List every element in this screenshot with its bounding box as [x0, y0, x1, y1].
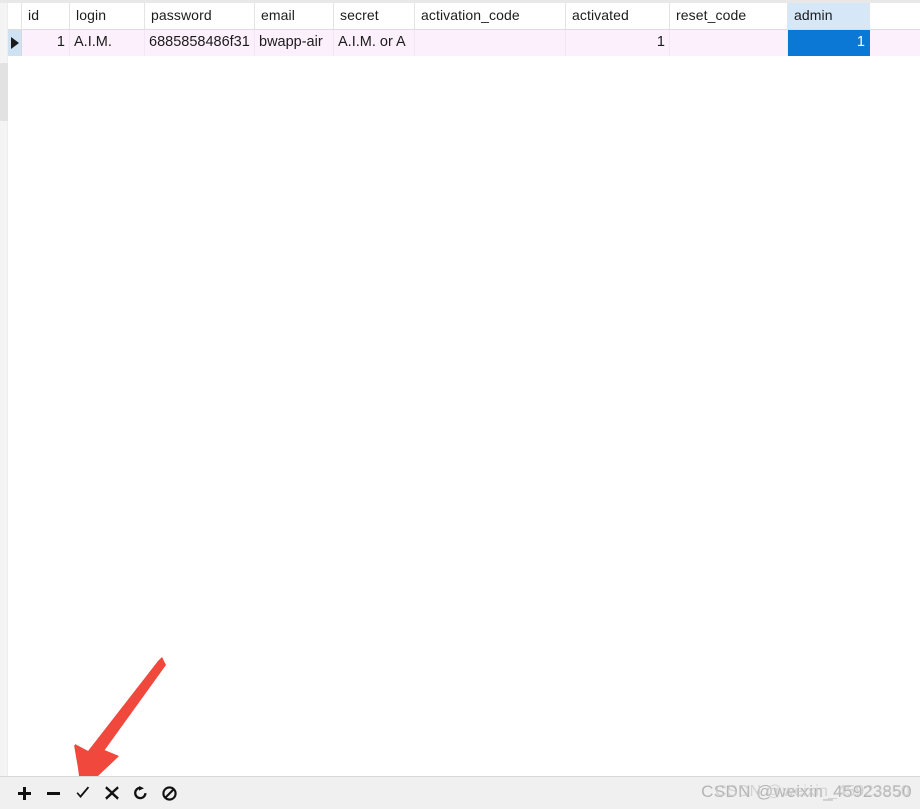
cell-id[interactable]: 1	[22, 30, 70, 56]
watermark-text-ghost: CSDN @weixin_45923850	[715, 783, 910, 800]
cell-secret[interactable]: A.I.M. or A	[334, 30, 415, 56]
column-header-login[interactable]: login	[70, 3, 145, 29]
grid-empty-area	[8, 56, 920, 776]
vertical-scrollbar-thumb[interactable]	[0, 63, 8, 121]
check-icon	[75, 786, 91, 801]
cell-email[interactable]: bwapp-air	[255, 30, 334, 56]
block-icon	[162, 785, 177, 801]
cell-login[interactable]: A.I.M.	[70, 30, 145, 56]
column-header-id[interactable]: id	[22, 3, 70, 29]
current-row-triangle-icon	[11, 37, 19, 49]
column-header-admin[interactable]: admin	[788, 3, 870, 29]
minus-icon	[46, 786, 61, 801]
cross-icon	[104, 786, 119, 800]
cell-password[interactable]: 6885858486f31	[145, 30, 255, 56]
cell-activated[interactable]: 1	[566, 30, 670, 56]
grid-header-row: id login password email secret activation_cod…	[8, 3, 920, 30]
data-grid: id login password email secret activation_cod…	[8, 3, 920, 776]
cancel-changes-button[interactable]	[97, 780, 126, 806]
column-header-email[interactable]: email	[255, 3, 334, 29]
column-header-activation_code[interactable]: activation_code	[415, 3, 566, 29]
plus-icon	[17, 786, 32, 801]
table-row[interactable]: 1 A.I.M. 6885858486f31 bwapp-air A.I.M. or A…	[8, 30, 920, 57]
cell-activation_code[interactable]	[415, 30, 566, 56]
refresh-button[interactable]	[126, 780, 155, 806]
column-header-password[interactable]: password	[145, 3, 255, 29]
apply-changes-button[interactable]	[68, 780, 97, 806]
column-header-activated[interactable]: activated	[566, 3, 670, 29]
bottom-toolbar: CSDN @weixin_45923850 CSDN @weixin_45923…	[0, 776, 920, 809]
row-indicator-gutter[interactable]	[8, 30, 22, 56]
refresh-icon	[133, 785, 148, 801]
cell-reset_code[interactable]	[670, 30, 788, 56]
vertical-scrollbar-rail[interactable]	[0, 3, 8, 776]
column-header-reset_code[interactable]: reset_code	[670, 3, 788, 29]
grid-corner-cell[interactable]	[8, 3, 22, 29]
cell-admin[interactable]: 1	[788, 30, 870, 56]
column-header-secret[interactable]: secret	[334, 3, 415, 29]
add-record-button[interactable]	[10, 780, 39, 806]
delete-record-button[interactable]	[39, 780, 68, 806]
stop-button[interactable]	[155, 780, 184, 806]
toolbar-button-group	[10, 777, 184, 809]
